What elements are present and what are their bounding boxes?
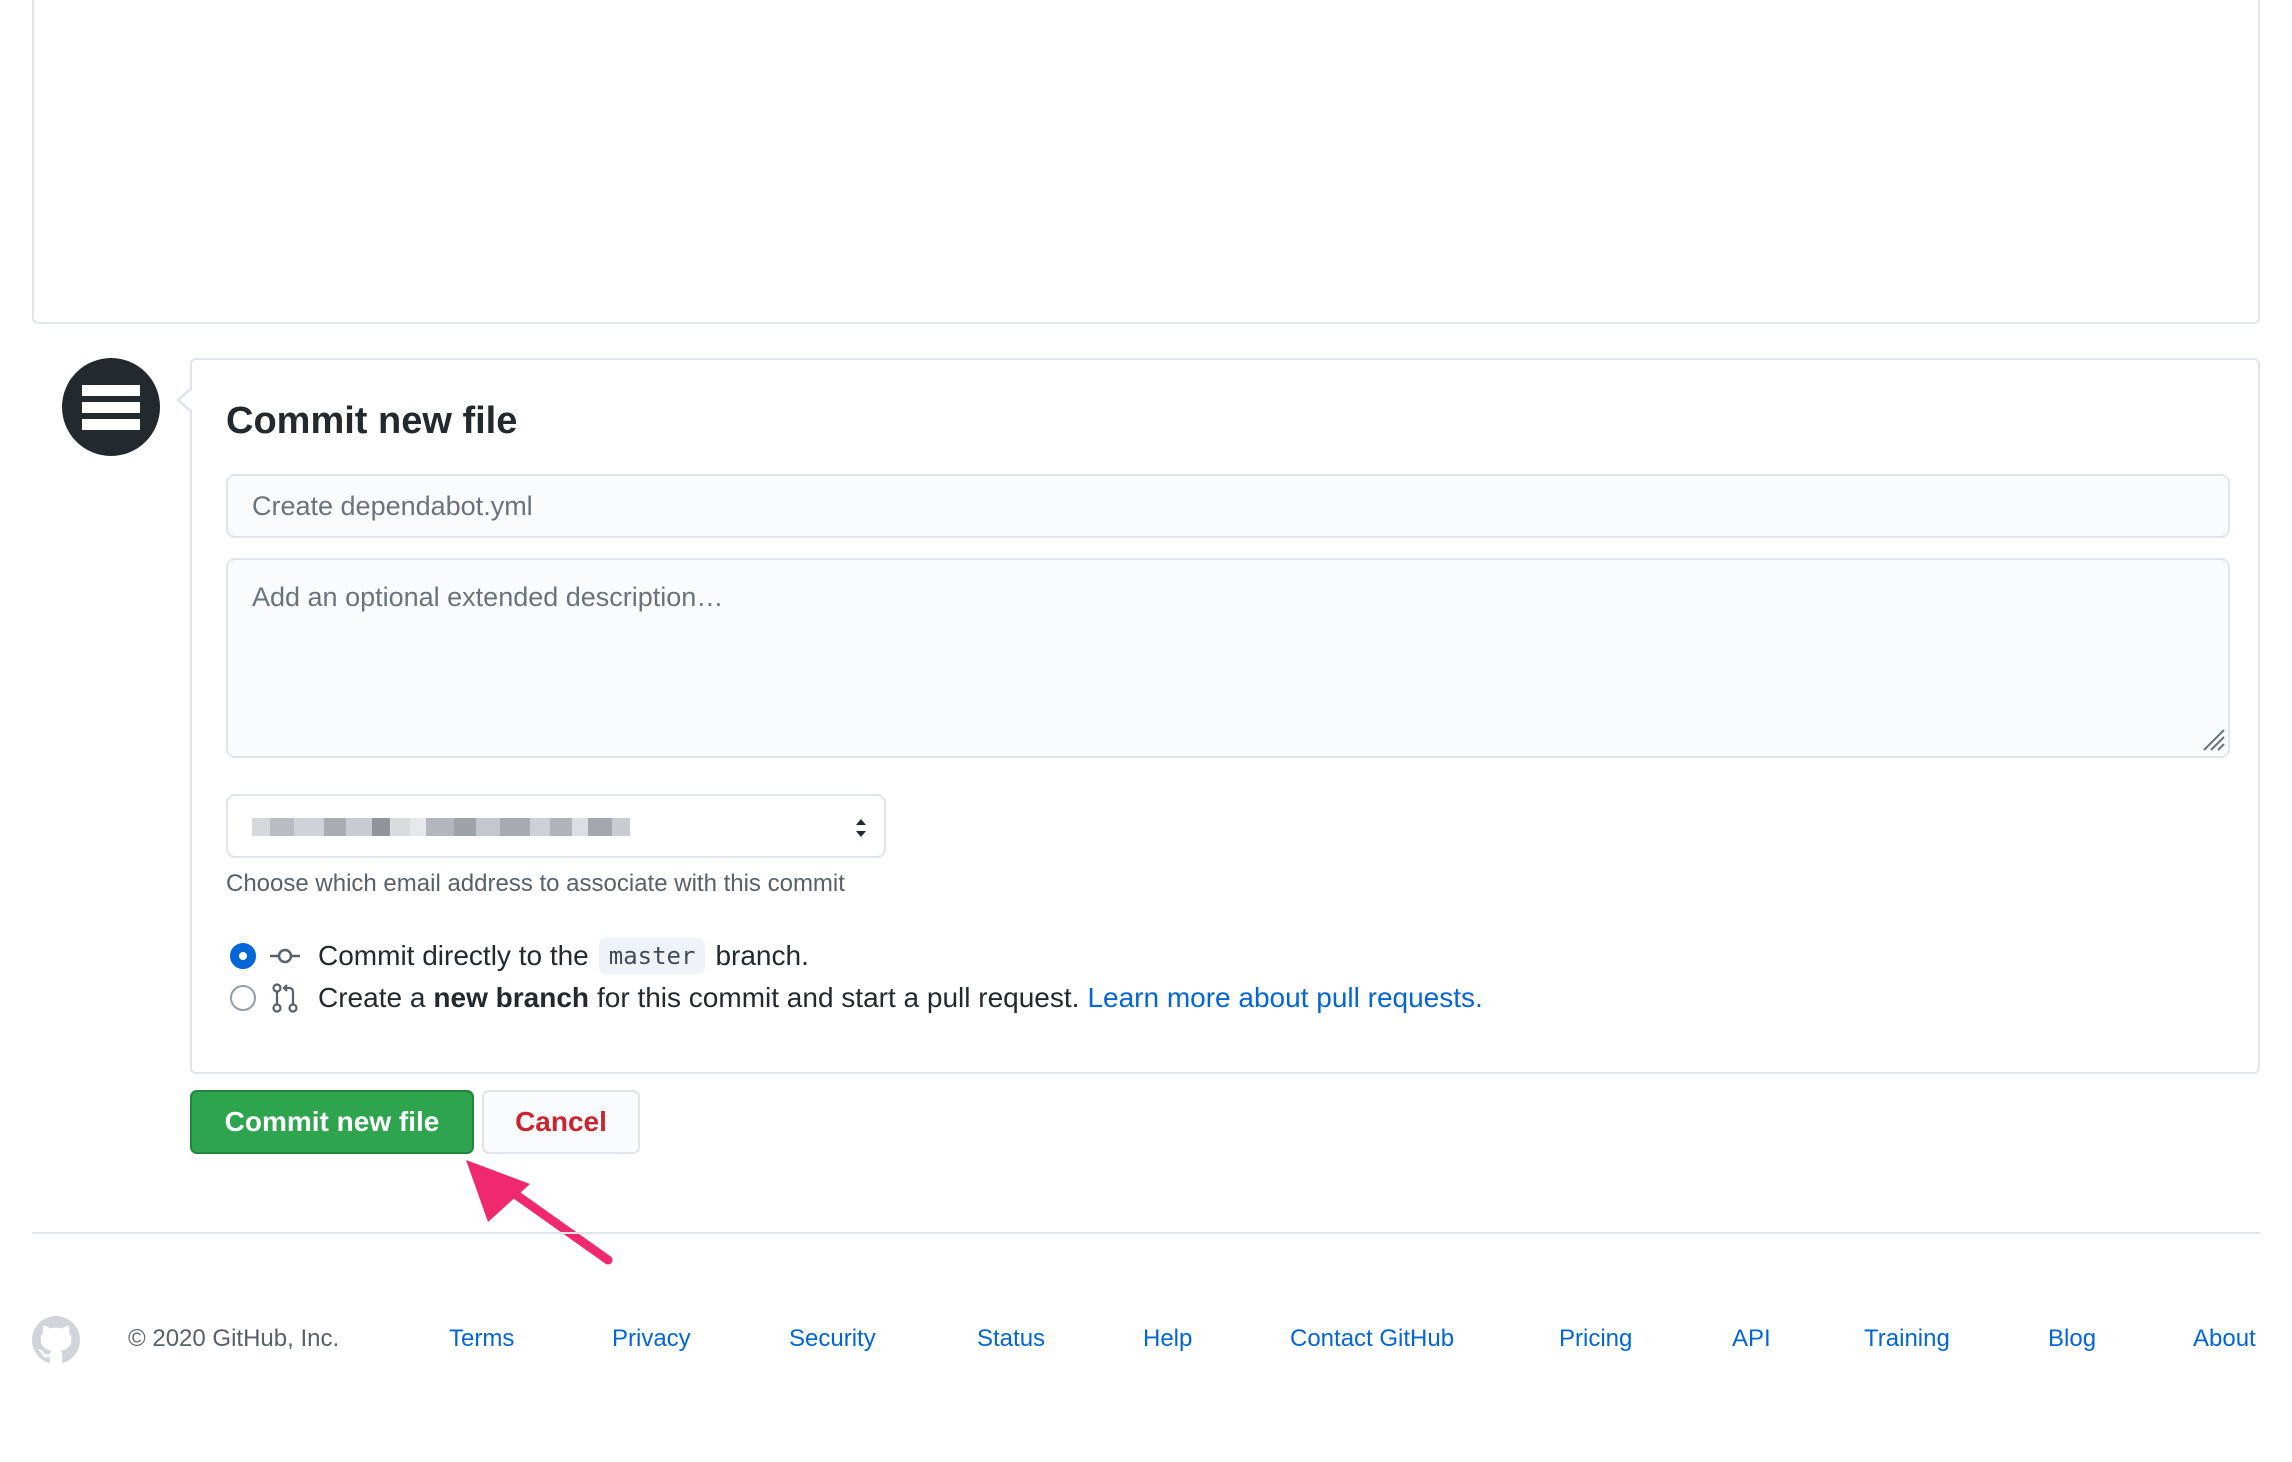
- email-select[interactable]: [226, 794, 886, 858]
- new-branch-radio[interactable]: [230, 985, 256, 1011]
- github-mark-icon[interactable]: [32, 1316, 80, 1364]
- learn-more-pull-requests-link[interactable]: Learn more about pull requests.: [1087, 982, 1482, 1014]
- commit-form-title: Commit new file: [226, 400, 518, 442]
- redacted-email-value: [252, 818, 630, 836]
- footer-divider: [32, 1232, 2260, 1234]
- footer-link-help[interactable]: Help: [1143, 1325, 1192, 1353]
- footer-link-pricing[interactable]: Pricing: [1559, 1325, 1632, 1353]
- user-avatar: [62, 358, 160, 456]
- git-commit-icon: [270, 948, 300, 964]
- file-editor-area[interactable]: [32, 0, 2260, 324]
- new-branch-bold: new branch: [433, 982, 589, 1013]
- annotation-arrow-icon: [466, 1160, 613, 1265]
- commit-direct-option[interactable]: Commit directly to the master branch.: [230, 936, 809, 976]
- select-arrows-icon: [856, 819, 866, 837]
- commit-form: Commit new file Choose which email addre…: [176, 358, 2260, 1074]
- branch-name: master: [598, 938, 706, 974]
- speech-caret-inner: [180, 388, 194, 412]
- footer-link-training[interactable]: Training: [1864, 1325, 1950, 1353]
- new-branch-prefix: Create a: [318, 982, 426, 1013]
- commit-description-textarea[interactable]: [226, 558, 2230, 758]
- footer-link-security[interactable]: Security: [789, 1325, 876, 1353]
- footer-link-contact-github[interactable]: Contact GitHub: [1290, 1325, 1454, 1353]
- commit-direct-prefix: Commit directly to the: [318, 940, 589, 971]
- commit-summary-input[interactable]: [226, 474, 2230, 538]
- footer-link-api[interactable]: API: [1732, 1325, 1771, 1353]
- new-branch-middle: for this commit and start a pull request…: [597, 982, 1080, 1013]
- email-help-text: Choose which email address to associate …: [226, 870, 845, 897]
- footer-link-terms[interactable]: Terms: [449, 1325, 514, 1353]
- footer-copyright: © 2020 GitHub, Inc.: [128, 1325, 340, 1352]
- footer-link-status[interactable]: Status: [977, 1325, 1045, 1353]
- footer-link-blog[interactable]: Blog: [2048, 1325, 2096, 1353]
- resize-handle-icon[interactable]: [2200, 726, 2226, 752]
- git-pull-request-icon: [272, 983, 298, 1013]
- footer-link-about[interactable]: About: [2193, 1325, 2256, 1353]
- cancel-button[interactable]: Cancel: [482, 1090, 640, 1154]
- commit-new-file-button[interactable]: Commit new file: [190, 1090, 474, 1154]
- commit-direct-radio[interactable]: [230, 943, 256, 969]
- commit-direct-suffix: branch.: [715, 940, 809, 971]
- new-branch-option[interactable]: Create a new branch for this commit and …: [230, 978, 1483, 1018]
- footer-link-privacy[interactable]: Privacy: [612, 1325, 691, 1353]
